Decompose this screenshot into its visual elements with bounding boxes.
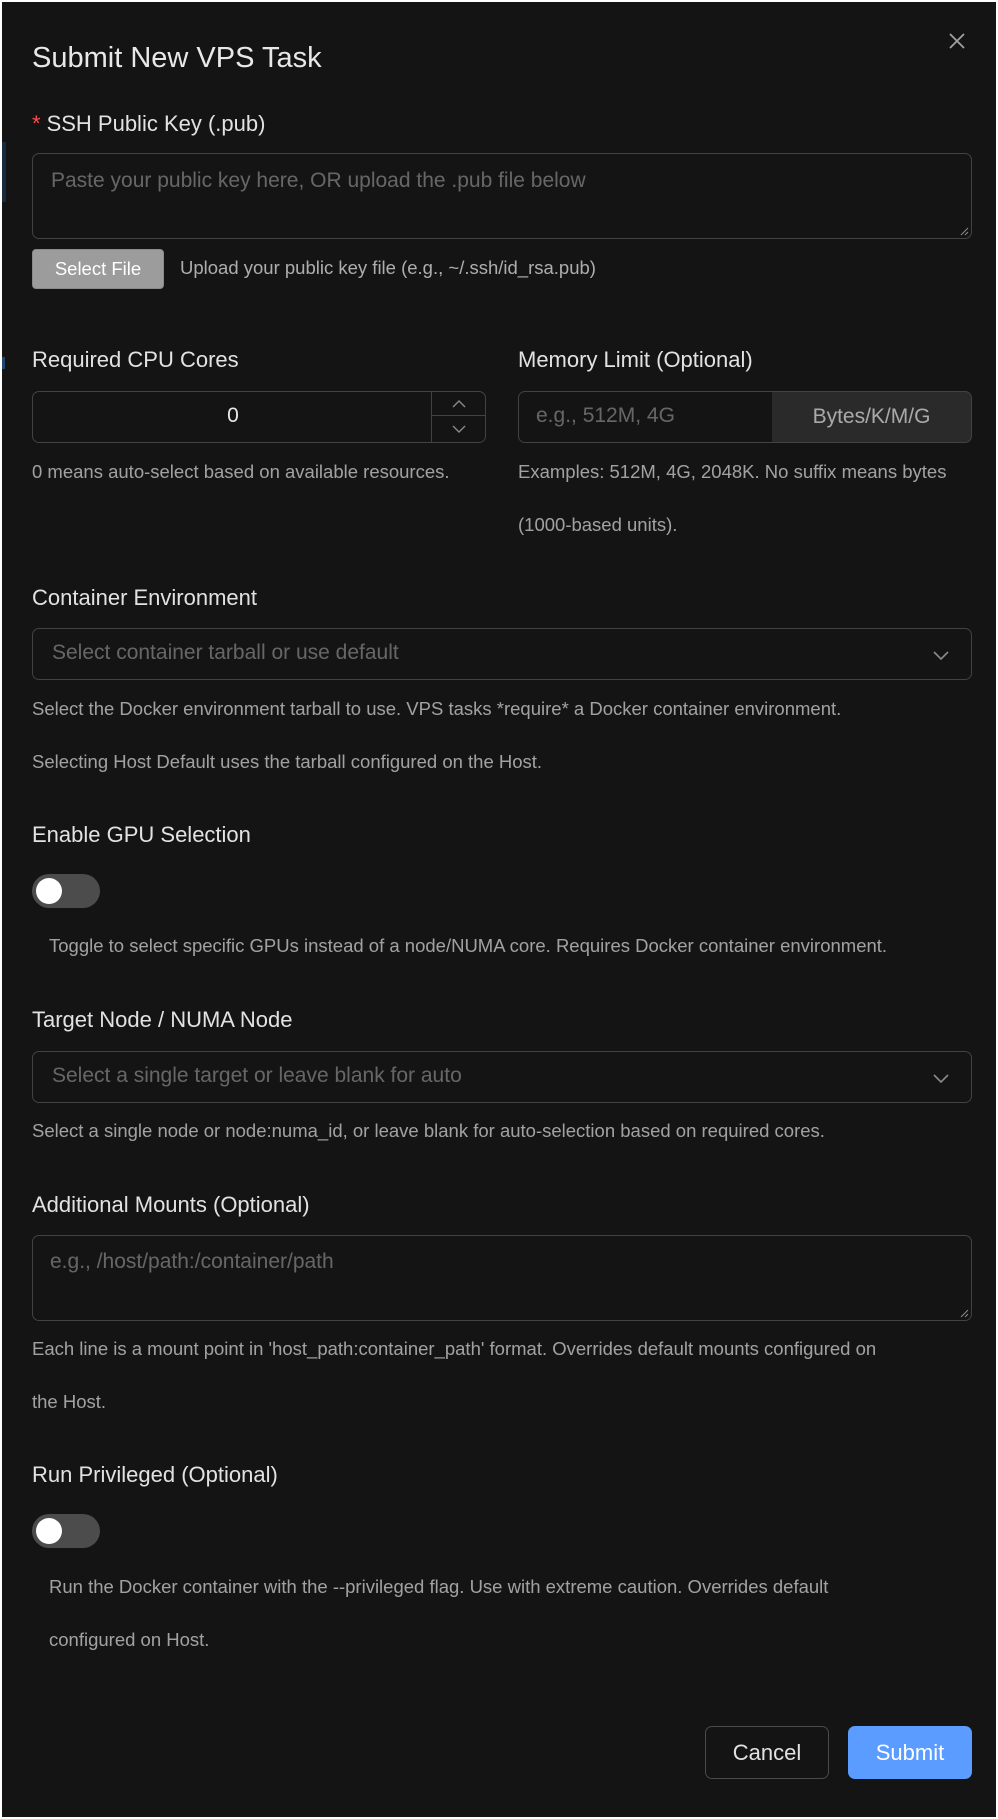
mounts-textarea[interactable]: e.g., /host/path:/container/path (32, 1235, 972, 1321)
privileged-help-line2: configured on Host. (49, 1629, 210, 1650)
memory-limit-label: Memory Limit (Optional) (518, 347, 753, 372)
cpu-cores-input[interactable]: 0 (32, 391, 486, 443)
cpu-cores-help: 0 means auto-select based on available r… (32, 461, 450, 482)
container-env-select[interactable]: Select container tarball or use default (32, 628, 972, 680)
required-mark: * (32, 111, 41, 136)
gpu-selection-label: Enable GPU Selection (32, 822, 251, 847)
target-node-placeholder: Select a single target or leave blank fo… (52, 1064, 462, 1087)
ssh-key-label-text: SSH Public Key (.pub) (46, 111, 266, 136)
memory-unit-addon: Bytes/K/M/G (772, 391, 972, 443)
privileged-help-line1: Run the Docker container with the --priv… (49, 1576, 829, 1597)
ssh-key-textarea[interactable]: Paste your public key here, OR upload th… (32, 153, 972, 239)
mounts-placeholder: e.g., /host/path:/container/path (50, 1250, 334, 1273)
cpu-cores-stepper (431, 392, 486, 442)
decrement-button[interactable] (432, 417, 486, 441)
container-env-help-line1: Select the Docker environment tarball to… (32, 698, 842, 719)
increment-button[interactable] (432, 392, 486, 416)
gpu-selection-switch[interactable] (32, 874, 100, 908)
mounts-label: Additional Mounts (Optional) (32, 1192, 310, 1217)
chevron-down-icon (452, 425, 466, 433)
chevron-down-icon (933, 1074, 949, 1084)
cpu-cores-value: 0 (227, 404, 239, 427)
modal-title: Submit New VPS Task (32, 42, 322, 74)
resize-grip-icon[interactable] (959, 1308, 969, 1318)
resize-grip-icon[interactable] (959, 226, 969, 236)
container-env-placeholder: Select container tarball or use default (52, 641, 399, 664)
cancel-button[interactable]: Cancel (705, 1726, 829, 1779)
privileged-label: Run Privileged (Optional) (32, 1462, 278, 1487)
submit-vps-task-modal: Submit New VPS Task * SSH Public Key (.pu… (2, 2, 996, 1817)
target-node-label: Target Node / NUMA Node (32, 1007, 293, 1032)
mounts-help-line1: Each line is a mount point in 'host_path… (32, 1338, 877, 1359)
file-upload-help: Upload your public key file (e.g., ~/.ss… (180, 257, 596, 278)
chevron-up-icon (452, 400, 466, 408)
memory-help-line1: Examples: 512M, 4G, 2048K. No suffix mea… (518, 461, 947, 482)
container-env-help-line2: Selecting Host Default uses the tarball … (32, 751, 543, 772)
mounts-help-line2: the Host. (32, 1391, 107, 1412)
switch-knob (36, 1518, 62, 1544)
select-file-button[interactable]: Select File (32, 249, 164, 289)
memory-limit-placeholder: e.g., 512M, 4G (536, 404, 675, 427)
close-icon[interactable] (942, 26, 972, 56)
background-edge-accent (2, 357, 5, 369)
cpu-cores-label: Required CPU Cores (32, 347, 239, 372)
target-node-help: Select a single node or node:numa_id, or… (32, 1120, 825, 1141)
submit-button[interactable]: Submit (848, 1726, 972, 1779)
ssh-key-placeholder: Paste your public key here, OR upload th… (51, 169, 586, 192)
switch-knob (36, 878, 62, 904)
memory-limit-input[interactable]: e.g., 512M, 4G (518, 391, 774, 443)
ssh-key-label: * SSH Public Key (.pub) (32, 110, 265, 138)
target-node-select[interactable]: Select a single target or leave blank fo… (32, 1051, 972, 1103)
background-edge (2, 142, 6, 202)
gpu-selection-help: Toggle to select specific GPUs instead o… (49, 935, 888, 956)
container-env-label: Container Environment (32, 585, 258, 610)
memory-help-line2: (1000-based units). (518, 514, 678, 535)
chevron-down-icon (933, 651, 949, 661)
privileged-switch[interactable] (32, 1514, 100, 1548)
